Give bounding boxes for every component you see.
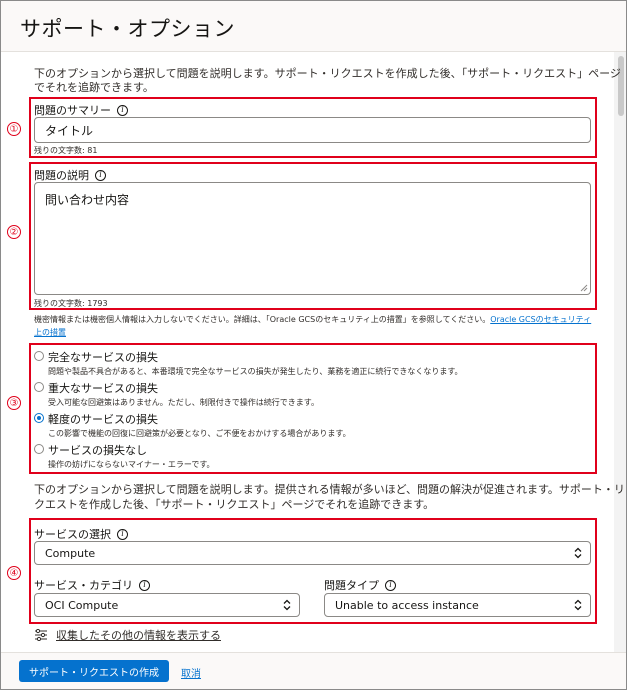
radio-button[interactable] xyxy=(34,444,44,454)
service-category-value: OCI Compute xyxy=(45,598,119,612)
description-textarea-value: 問い合わせ内容 xyxy=(45,193,130,207)
radio-button[interactable] xyxy=(34,351,44,361)
service-category-select[interactable]: OCI Compute xyxy=(34,593,300,617)
cancel-link[interactable]: 取消 xyxy=(181,665,201,680)
annotation-marker-2: ② xyxy=(7,225,21,239)
service-category-label-text: サービス・カテゴリ xyxy=(34,579,133,592)
problem-type-select[interactable]: Unable to access instance xyxy=(324,593,591,617)
dialog-header: サポート・オプション xyxy=(1,1,626,52)
description-label: 問題の説明 i xyxy=(34,167,106,183)
resize-handle-icon[interactable] xyxy=(580,284,588,292)
severity-option-title: サービスの損失なし xyxy=(48,444,147,457)
problem-type-value: Unable to access instance xyxy=(335,598,479,612)
info-icon[interactable]: i xyxy=(117,104,128,116)
info-icon[interactable]: i xyxy=(117,528,128,540)
chevron-updown-icon xyxy=(574,547,582,559)
radio-button-selected[interactable] xyxy=(34,413,44,423)
info-icon[interactable]: i xyxy=(139,579,150,591)
dialog-footer: サポート・リクエストの作成 取消 xyxy=(1,652,626,689)
service-category-label: サービス・カテゴリ i xyxy=(34,577,150,593)
scrollbar-thumb[interactable] xyxy=(618,56,624,116)
annotation-marker-3: ③ xyxy=(7,396,21,410)
radio-button[interactable] xyxy=(34,382,44,392)
summary-input[interactable]: タイトル xyxy=(34,117,591,143)
description-textarea[interactable]: 問い合わせ内容 xyxy=(34,182,591,295)
service-intro-line1: 下のオプションから選択して問題を説明します。提供される情報が多いほど、問題の解決… xyxy=(34,483,625,496)
severity-option-title: 完全なサービスの損失 xyxy=(48,351,158,364)
severity-option-desc: この影響で機能の回復に回避策が必要となり、ご不便をおかけする場合があります。 xyxy=(48,429,351,438)
service-select-label: サービスの選択 i xyxy=(34,526,128,542)
security-link[interactable]: Oracle GCSのセキュリティ xyxy=(490,315,591,324)
more-info-link[interactable]: 収集したその他の情報を表示する xyxy=(34,627,221,643)
info-icon[interactable]: i xyxy=(385,579,396,591)
create-request-button[interactable]: サポート・リクエストの作成 xyxy=(19,660,169,682)
severity-option-desc: 受入可能な回避策はありません。ただし、制限付きで操作は続行できます。 xyxy=(48,398,319,407)
severity-option-desc: 問題や製品不具合があると、本番環境で完全なサービスの損失が発生したり、業務を適正… xyxy=(48,367,463,376)
description-remaining-count: 残りの文字数: 1793 xyxy=(34,299,108,308)
chevron-updown-icon xyxy=(283,599,291,611)
summary-label: 問題のサマリー i xyxy=(34,102,128,118)
security-link-continued[interactable]: 上の措置 xyxy=(34,328,66,337)
severity-option-title: 軽度のサービスの損失 xyxy=(48,413,158,426)
service-select-value: Compute xyxy=(45,546,96,560)
summary-remaining-count: 残りの文字数: 81 xyxy=(34,146,98,155)
severity-option-title: 重大なサービスの損失 xyxy=(48,382,158,395)
security-notice-text: 機密情報または機密個人情報は入力しないでください。詳細は、「Oracle GCS… xyxy=(34,315,491,324)
service-intro-line2: クエストを作成した後、「サポート・リクエスト」ページでそれを追跡できます。 xyxy=(34,498,435,511)
summary-label-text: 問題のサマリー xyxy=(34,104,111,117)
severity-option-desc: 操作の妨げにならないマイナー・エラーです。 xyxy=(48,460,215,469)
info-icon[interactable]: i xyxy=(95,169,106,181)
service-select[interactable]: Compute xyxy=(34,541,591,565)
intro-text-line2: でそれを追跡できます。 xyxy=(34,81,154,94)
problem-type-label: 問題タイプ i xyxy=(324,577,396,593)
scrollbar[interactable] xyxy=(614,52,626,652)
chevron-updown-icon xyxy=(574,599,582,611)
more-info-text: 収集したその他の情報を表示する xyxy=(56,629,221,642)
problem-type-label-text: 問題タイプ xyxy=(324,579,379,592)
description-label-text: 問題の説明 xyxy=(34,169,89,182)
page-title: サポート・オプション xyxy=(20,17,235,41)
service-select-label-text: サービスの選択 xyxy=(34,528,111,541)
annotation-marker-1: ① xyxy=(7,122,21,136)
summary-input-value: タイトル xyxy=(45,123,94,138)
security-notice: 機密情報または機密個人情報は入力しないでください。詳細は、「Oracle GCS… xyxy=(34,313,594,339)
annotation-marker-4: ④ xyxy=(7,566,21,580)
filter-sliders-icon xyxy=(35,629,47,641)
